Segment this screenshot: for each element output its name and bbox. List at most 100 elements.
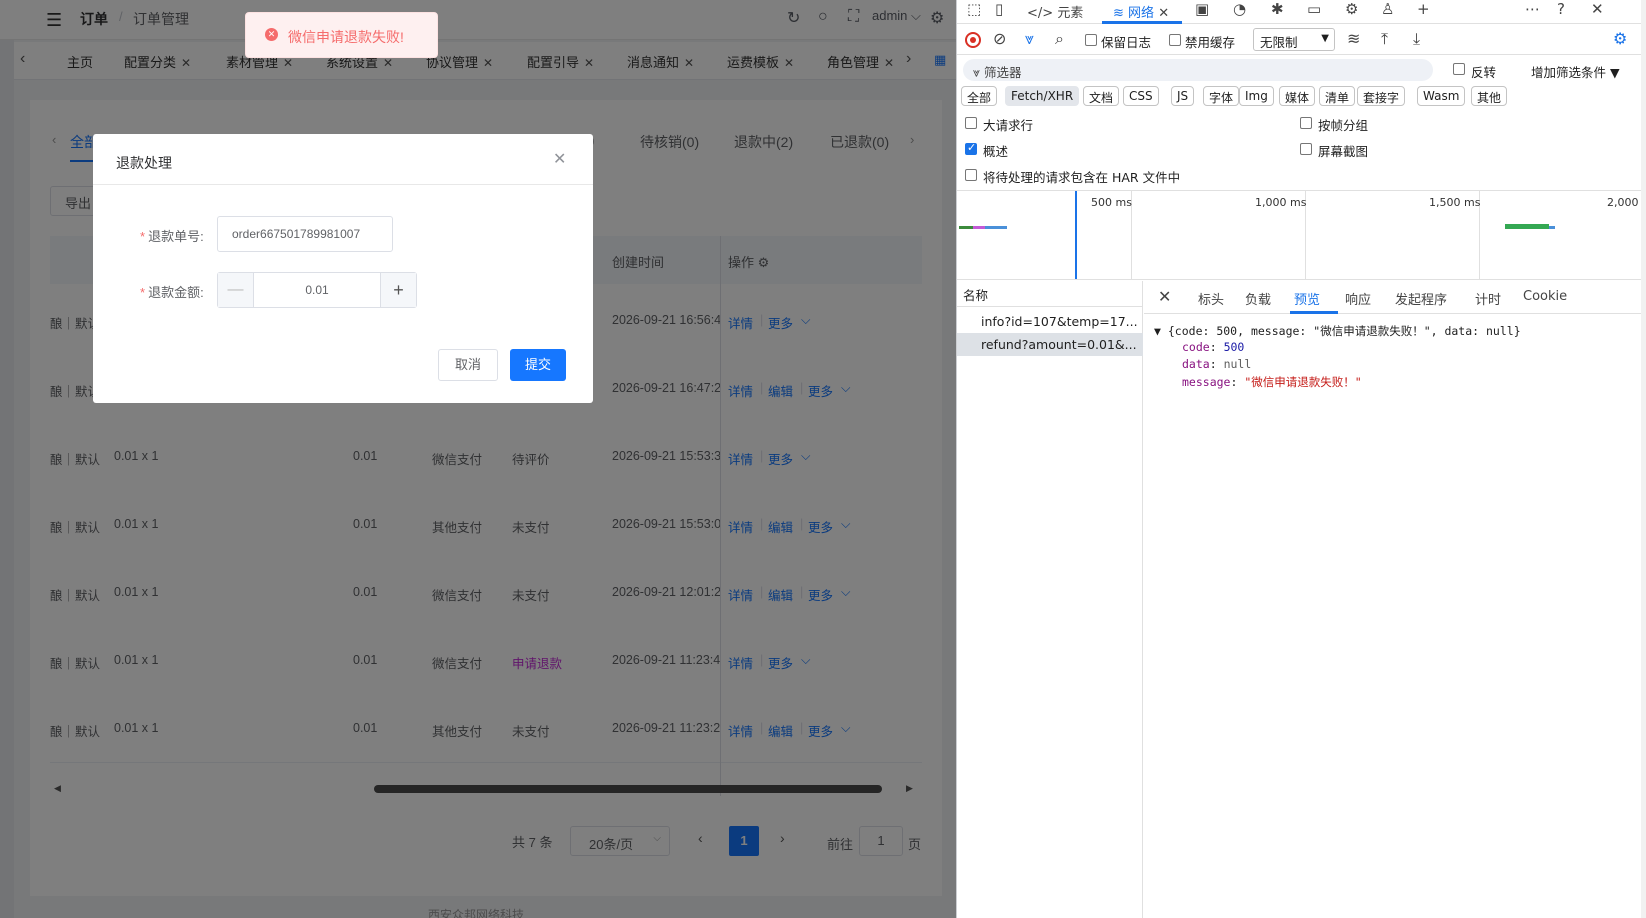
request-list: 名称 info?id=107&temp=17... refund?amount=… [957, 281, 1143, 918]
submit-button[interactable]: 提交 [510, 349, 566, 381]
device-toolbar-icon[interactable]: ▯ [995, 0, 1003, 18]
network-conditions-icon[interactable]: ≋ [1347, 29, 1360, 48]
tab-network[interactable]: ≋ 网络 ✕ [1113, 2, 1169, 21]
throttle-select[interactable]: 无限制 ▼ [1253, 28, 1335, 51]
chevron-down-icon: ▼ [1321, 33, 1329, 44]
overview-label: 概述 [983, 144, 1009, 159]
header-divider [957, 306, 1143, 307]
screenshots-checkbox[interactable] [1300, 143, 1312, 155]
big-rows-checkbox[interactable] [965, 117, 977, 129]
tab-payload[interactable]: 负载 [1245, 289, 1271, 308]
detail-tabbar: ✕ 标头 负载 预览 响应 发起程序 计时 Cookie [1144, 281, 1646, 314]
json-value: null [1223, 357, 1252, 371]
type-filter-chip[interactable]: 清单 [1319, 86, 1356, 106]
request-row-info[interactable]: info?id=107&temp=17... [957, 310, 1143, 333]
bug-icon[interactable]: ✱ [1271, 0, 1284, 18]
clear-icon[interactable]: ⊘ [993, 29, 1006, 48]
preserve-log-checkbox[interactable] [1085, 34, 1097, 46]
more-tabs-icon[interactable]: + [1417, 0, 1430, 18]
inspect-icon[interactable]: ⬚ [967, 0, 981, 18]
close-devtools-icon[interactable]: ✕ [1591, 0, 1604, 18]
tab-initiator[interactable]: 发起程序 [1395, 289, 1447, 308]
tab-cookie[interactable]: Cookie [1523, 289, 1567, 304]
type-filter-chip[interactable]: 套接字 [1357, 86, 1406, 106]
type-filter-chip[interactable]: Fetch/XHR [1005, 86, 1080, 106]
network-overview-timeline[interactable]: 500 ms 1,000 ms 1,500 ms 2,000 [957, 190, 1646, 280]
timeline-label: 2,000 [1607, 196, 1639, 209]
refund-dialog: 退款处理 ✕ * 退款单号: order667501789981007 * 退款金额… [93, 134, 593, 403]
screenshots-label: 屏幕截图 [1318, 144, 1369, 159]
close-tab-icon[interactable]: ✕ [1158, 6, 1169, 21]
timeline-label: 1,500 ms [1429, 196, 1481, 209]
json-value: 500 [1223, 340, 1245, 354]
timeline-bar [973, 226, 985, 229]
overview-checkbox[interactable] [965, 141, 977, 155]
request-row-refund[interactable]: refund?amount=0.01&... [957, 333, 1143, 356]
active-detail-tab-indicator [1290, 311, 1338, 314]
type-filter-chip[interactable]: 字体 [1203, 86, 1240, 106]
group-by-frame-checkbox[interactable] [1300, 117, 1312, 129]
filter-funnel-icon: ⩔ [973, 65, 981, 80]
settings-gear-icon[interactable]: ⚙ [1345, 0, 1358, 18]
json-root[interactable]: ▼ {code: 500, message: "微信申请退款失败！", data… [1154, 323, 1521, 339]
decrease-button[interactable]: — [218, 273, 254, 307]
console-icon[interactable]: ▣ [1195, 0, 1209, 18]
refund-amount-stepper: — 0.01 + [217, 272, 417, 308]
timeline-bar [985, 226, 1007, 229]
json-key: message [1182, 375, 1231, 389]
export-har-icon[interactable]: ⤓ [1413, 29, 1420, 49]
type-filter-chip[interactable]: Img [1239, 86, 1274, 106]
refund-order-label: * 退款单号: [140, 229, 204, 244]
filter-placeholder: 筛选器 [984, 65, 1022, 80]
admin-app: ☰ 订单 / 订单管理 ↻ ○ ⛶ admin ⌵ ⚙ ‹ 主页 配置分类✕ 素… [0, 0, 956, 918]
more-filters-button[interactable]: 增加筛选条件 ▼ [1531, 62, 1620, 81]
timeline-bar [959, 226, 973, 229]
refund-order-input[interactable]: order667501789981007 [217, 216, 393, 252]
type-filter-chip[interactable]: 其他 [1471, 86, 1508, 106]
cancel-button[interactable]: 取消 [438, 349, 498, 381]
increase-button[interactable]: + [380, 273, 416, 307]
timeline-label: 500 ms [1091, 196, 1132, 209]
close-detail-icon[interactable]: ✕ [1158, 287, 1171, 306]
filter-bar: ⩔ 筛选器 反转 增加筛选条件 ▼ [957, 56, 1646, 84]
code-icon: </> [1027, 6, 1054, 21]
dialog-title: 退款处理 [116, 155, 172, 171]
filter-input[interactable]: ⩔ 筛选器 [963, 59, 1433, 81]
more-options-icon[interactable]: ⋯ [1525, 0, 1540, 18]
close-icon[interactable]: ✕ [553, 149, 566, 169]
timeline-cursor [1075, 191, 1077, 279]
refund-amount-input[interactable]: 0.01 [254, 273, 380, 307]
tab-headers[interactable]: 标头 [1198, 289, 1224, 308]
type-filter-chip[interactable]: 全部 [961, 86, 998, 106]
record-icon[interactable] [965, 32, 981, 48]
invert-checkbox[interactable] [1453, 63, 1465, 75]
json-data-line: data: null [1182, 357, 1252, 371]
search-icon[interactable]: ⌕ [1055, 29, 1064, 49]
tab-response[interactable]: 响应 [1345, 289, 1371, 308]
type-filter-chip[interactable]: 文档 [1083, 86, 1120, 106]
expand-triangle-icon[interactable]: ▼ [1154, 324, 1161, 338]
devtools-scrollbar[interactable] [1641, 0, 1646, 918]
json-key: code [1182, 340, 1210, 354]
disable-cache-checkbox[interactable] [1169, 34, 1181, 46]
import-har-icon[interactable]: ⤒ [1381, 29, 1388, 49]
type-filter-chip[interactable]: JS [1171, 86, 1195, 106]
type-filter-chip[interactable]: CSS [1123, 86, 1159, 106]
type-filter-chip[interactable]: Wasm [1417, 86, 1466, 106]
tab-elements[interactable]: </> 元素 [1027, 2, 1083, 21]
resource-type-filters: 全部 Fetch/XHR 文档 CSS JS 字体 Img 媒体 清单 套接字 Wasm 其他 [957, 84, 1646, 110]
tab-timing[interactable]: 计时 [1475, 289, 1501, 308]
network-settings-icon[interactable]: ⚙ [1613, 29, 1627, 48]
name-column-header[interactable]: 名称 [963, 285, 988, 304]
tab-preview[interactable]: 预览 [1294, 289, 1320, 308]
throttle-value: 无限制 [1260, 35, 1298, 50]
recorder-icon[interactable]: ♙ [1381, 0, 1394, 18]
help-icon[interactable]: ? [1557, 0, 1565, 18]
error-toast: ✕ 微信申请退款失败! [245, 12, 438, 58]
har-checkbox[interactable] [965, 169, 977, 181]
dialog-divider [93, 184, 593, 185]
type-filter-chip[interactable]: 媒体 [1279, 86, 1316, 106]
filter-icon[interactable]: ⩔ [1025, 29, 1034, 49]
application-icon[interactable]: ▭ [1307, 0, 1321, 18]
performance-icon[interactable]: ◔ [1233, 0, 1246, 18]
